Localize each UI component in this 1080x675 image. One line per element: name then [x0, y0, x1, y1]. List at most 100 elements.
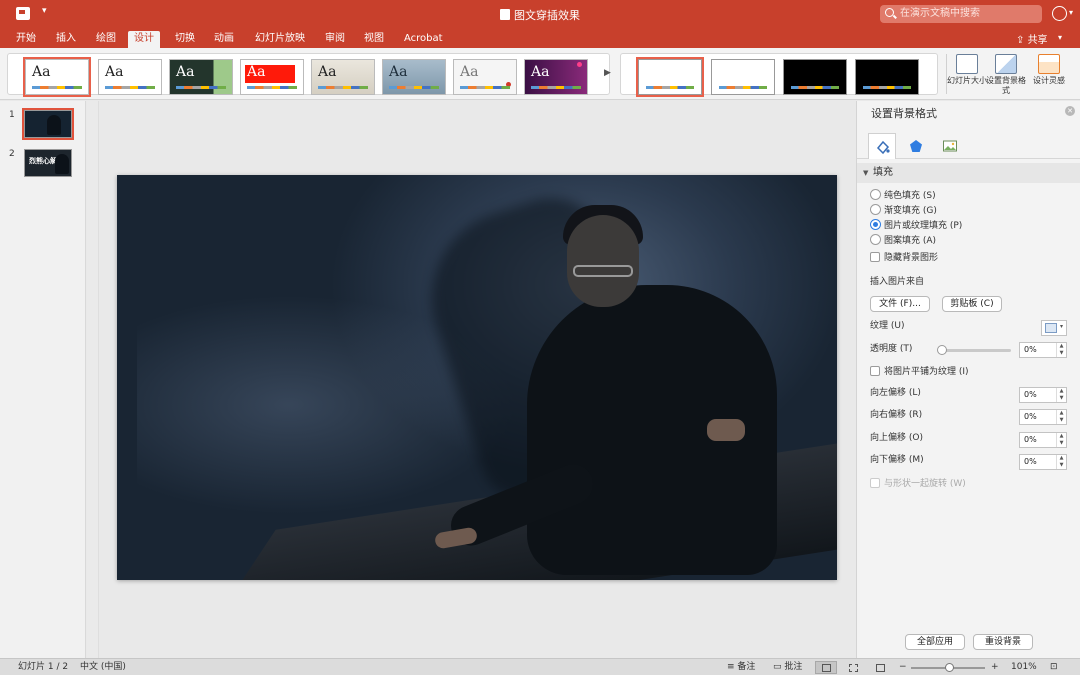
theme-color-strip: [176, 86, 226, 89]
zoom-out-button[interactable]: −: [899, 659, 907, 675]
notes-button[interactable]: ≡ 备注: [727, 659, 755, 675]
transparency-slider[interactable]: [937, 345, 1011, 355]
stepper-arrows-icon[interactable]: ▲ ▼: [1056, 433, 1066, 447]
photo-person-hand: [707, 419, 745, 441]
zoom-slider-knob[interactable]: [945, 663, 954, 672]
checkbox[interactable]: [870, 366, 880, 376]
fill-option-gradient[interactable]: 渐变填充 (G): [870, 204, 937, 218]
slide-thumbnail-2[interactable]: 烈熊心解: [24, 149, 72, 177]
variant-thumbnail[interactable]: [855, 59, 919, 95]
theme-gallery: Aa Aa Aa Aa Aa Aa Aa Aa ▶: [7, 53, 611, 97]
search-placeholder: 在演示文稿中搜索: [900, 8, 980, 19]
tab-acrobat[interactable]: Acrobat: [398, 31, 449, 48]
fill-option-pattern[interactable]: 图案填充 (A): [870, 234, 936, 248]
variant-thumbnail[interactable]: [711, 59, 775, 95]
design-ideas-icon: [1038, 54, 1060, 74]
theme-thumbnail[interactable]: Aa: [382, 59, 446, 95]
radio-button[interactable]: [870, 234, 881, 245]
slide-sorter-button[interactable]: [842, 661, 864, 674]
stepper-arrows-icon[interactable]: ▲ ▼: [1056, 343, 1066, 357]
normal-view-button[interactable]: [815, 661, 837, 674]
radio-button[interactable]: [870, 204, 881, 215]
variant-thumbnail[interactable]: [636, 57, 704, 97]
feedback-dropdown-icon[interactable]: ▾: [1069, 8, 1073, 17]
theme-thumbnail[interactable]: Aa: [524, 59, 588, 95]
slide-background-photo[interactable]: [117, 175, 837, 580]
fill-section-header[interactable]: ▼ 填充: [857, 163, 1080, 183]
checkbox[interactable]: [870, 252, 880, 262]
comments-button[interactable]: ▭ 批注: [773, 659, 802, 675]
format-background-button[interactable]: 设置背景格式: [984, 52, 1028, 98]
apply-to-all-button[interactable]: 全部应用: [905, 634, 965, 650]
tab-insert[interactable]: 插入: [50, 31, 82, 48]
zoom-level[interactable]: 101%: [1011, 659, 1037, 675]
share-dropdown-icon[interactable]: ▾: [1058, 33, 1062, 42]
fill-option-picture-texture[interactable]: 图片或纹理填充 (P): [870, 219, 962, 233]
transparency-value: 0%: [1024, 345, 1037, 354]
variant-thumbnail[interactable]: [783, 59, 847, 95]
transparency-stepper[interactable]: 0% ▲ ▼: [1019, 342, 1067, 358]
reading-view-button[interactable]: [869, 661, 891, 674]
texture-picker[interactable]: ▾: [1041, 320, 1067, 336]
stepper-arrows-icon[interactable]: ▲ ▼: [1056, 388, 1066, 402]
slide-size-button[interactable]: 幻灯片大小: [945, 52, 989, 98]
hide-background-graphics-checkbox[interactable]: 隐藏背景图形: [870, 251, 938, 265]
theme-thumbnail[interactable]: Aa: [23, 57, 91, 97]
theme-thumbnail[interactable]: Aa: [240, 59, 304, 95]
stepper-arrows-icon[interactable]: ▲ ▼: [1056, 455, 1066, 469]
picture-tab[interactable]: [936, 133, 964, 159]
theme-color-strip: [105, 86, 155, 89]
theme-thumbnail[interactable]: Aa: [453, 59, 517, 95]
file-button[interactable]: 文件 (F)...: [870, 296, 930, 312]
theme-label: Aa: [32, 64, 51, 80]
offset-value: 0%: [1024, 435, 1037, 444]
rotate-with-shape-checkbox: 与形状一起旋转 (W): [870, 477, 966, 491]
tab-design[interactable]: 设计: [128, 31, 160, 48]
offset-bottom-stepper[interactable]: 0% ▲ ▼: [1019, 454, 1067, 470]
design-ideas-button[interactable]: 设计灵感: [1027, 52, 1071, 98]
gallery-more-icon[interactable]: ▶: [604, 68, 611, 78]
slider-knob[interactable]: [937, 345, 947, 355]
tab-slideshow[interactable]: 幻灯片放映: [249, 31, 311, 48]
theme-thumbnail[interactable]: Aa: [169, 59, 233, 95]
fill-option-solid[interactable]: 纯色填充 (S): [870, 189, 936, 203]
tab-draw[interactable]: 绘图: [90, 31, 122, 48]
feedback-smiley-icon[interactable]: [1052, 6, 1067, 21]
fill-option-label: 图片或纹理填充 (P): [884, 221, 963, 231]
close-icon[interactable]: ✕: [1065, 106, 1075, 116]
tab-transitions[interactable]: 切换: [169, 31, 201, 48]
language-indicator[interactable]: 中文 (中国): [80, 659, 126, 675]
variant-color-strip: [646, 86, 694, 89]
offset-value: 0%: [1024, 457, 1037, 466]
normal-view-icon: [822, 664, 831, 672]
thumbnail-text: 烈熊心解: [29, 157, 57, 165]
fill-tab[interactable]: [868, 133, 896, 159]
stepper-arrows-icon[interactable]: ▲ ▼: [1056, 410, 1066, 424]
share-button[interactable]: ⇪ 共享: [1016, 31, 1048, 46]
slide-thumbnail-1[interactable]: [22, 108, 74, 140]
fill-section-label: 填充: [873, 167, 893, 178]
radio-button-selected[interactable]: [870, 219, 881, 230]
radio-button[interactable]: [870, 189, 881, 200]
tab-animations[interactable]: 动画: [208, 31, 240, 48]
tab-home[interactable]: 开始: [10, 31, 42, 48]
offset-right-stepper[interactable]: 0% ▲ ▼: [1019, 409, 1067, 425]
theme-thumbnail[interactable]: Aa: [98, 59, 162, 95]
search-box[interactable]: 在演示文稿中搜索: [880, 5, 1042, 23]
zoom-slider[interactable]: [911, 663, 985, 672]
theme-thumbnail[interactable]: Aa: [311, 59, 375, 95]
pane-splitter[interactable]: [87, 101, 99, 658]
format-background-pane: 设置背景格式 ✕ ▼ 填充 纯色填充 (S) 渐变填充 (G) 图片或纹理填充 …: [856, 101, 1080, 658]
offset-top-stepper[interactable]: 0% ▲ ▼: [1019, 432, 1067, 448]
tab-review[interactable]: 审阅: [319, 31, 351, 48]
tab-view[interactable]: 视图: [358, 31, 390, 48]
pane-title: 设置背景格式: [871, 107, 937, 120]
tile-as-texture-checkbox[interactable]: 将图片平铺为纹理 (I): [870, 365, 969, 379]
tile-as-texture-label: 将图片平铺为纹理 (I): [884, 367, 969, 377]
fit-to-window-icon[interactable]: ⊡: [1050, 659, 1058, 675]
clipboard-button[interactable]: 剪贴板 (C): [942, 296, 1002, 312]
reset-background-button[interactable]: 重设背景: [973, 634, 1033, 650]
zoom-in-button[interactable]: +: [991, 659, 999, 675]
offset-left-stepper[interactable]: 0% ▲ ▼: [1019, 387, 1067, 403]
effects-tab[interactable]: [902, 133, 930, 159]
